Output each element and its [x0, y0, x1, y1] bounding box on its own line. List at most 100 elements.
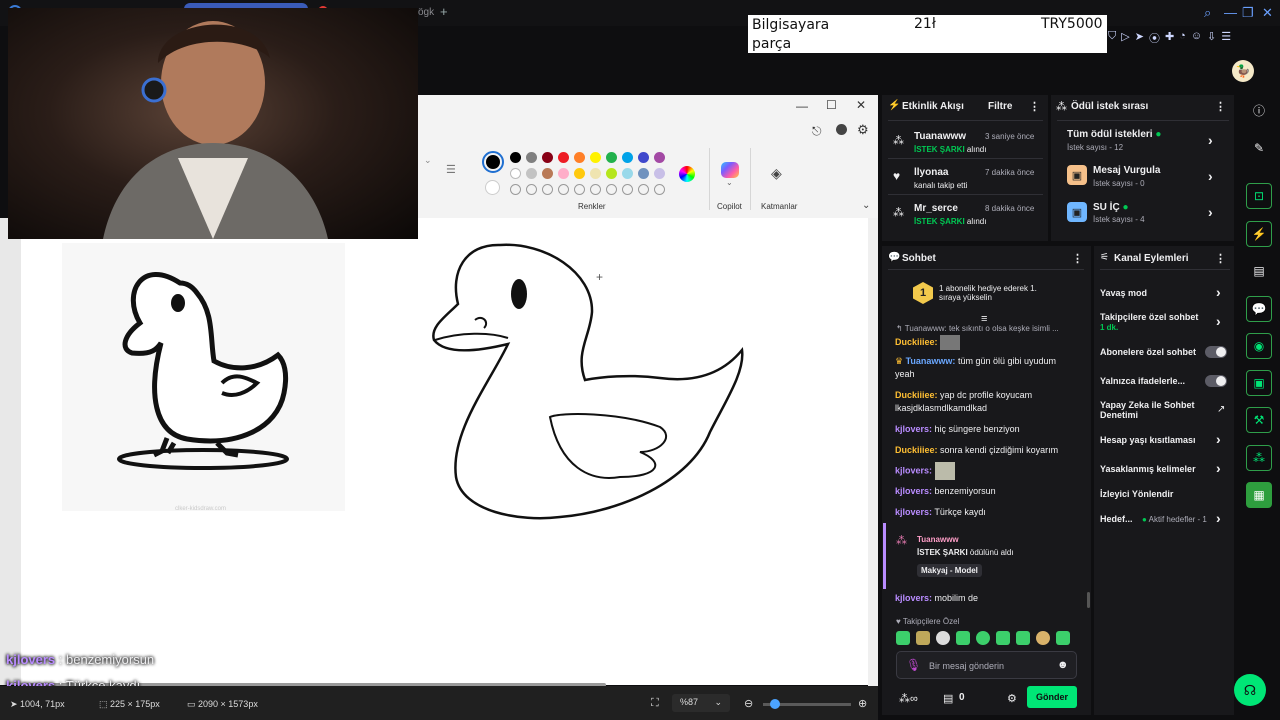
- chat-username[interactable]: Duckiiiee:: [895, 445, 938, 455]
- color-swatch[interactable]: [606, 152, 617, 163]
- vertical-scrollbar[interactable]: [868, 218, 878, 686]
- wrench-icon[interactable]: ⚒: [1246, 407, 1272, 433]
- emote-icon[interactable]: [1036, 631, 1050, 645]
- window-close-button[interactable]: ✕: [856, 98, 866, 112]
- color-swatch[interactable]: [638, 168, 649, 179]
- emote-icon[interactable]: [976, 631, 990, 645]
- microphone-icon[interactable]: 🎙: [906, 658, 921, 672]
- activity-user[interactable]: llyonaa: [914, 167, 948, 178]
- pencil-icon[interactable]: ✎: [1246, 135, 1272, 161]
- chat-username[interactable]: kjlovers:: [895, 424, 932, 434]
- chevron-right-icon[interactable]: ›: [1208, 204, 1213, 220]
- color-swatch[interactable]: [590, 168, 601, 179]
- color-swatch[interactable]: [558, 168, 569, 179]
- custom-color-slot[interactable]: [542, 184, 553, 195]
- channel-points-icon[interactable]: ⁂∞: [899, 692, 918, 705]
- chevron-right-icon[interactable]: ›: [1208, 132, 1213, 148]
- more-options-icon[interactable]: ⋮: [1215, 252, 1226, 265]
- broadcast-icon[interactable]: ◉: [1246, 333, 1272, 359]
- bell-icon[interactable]: ◔: [1179, 30, 1186, 48]
- zoom-out-icon[interactable]: ⊖: [744, 697, 753, 710]
- info-icon[interactable]: ⓘ: [1246, 97, 1272, 123]
- window-maximize-button[interactable]: ☐: [826, 98, 837, 112]
- reward-item-name[interactable]: Tüm ödül istekleri ●: [1067, 129, 1161, 140]
- chat-username[interactable]: kjlovers:: [895, 593, 932, 603]
- custom-color-slot[interactable]: [622, 184, 633, 195]
- minimize-icon[interactable]: —: [1224, 5, 1237, 20]
- emote-icon[interactable]: [956, 631, 970, 645]
- action-emote-only[interactable]: Yalnızca ifadelerle...: [1100, 376, 1185, 386]
- color-swatch[interactable]: [542, 168, 553, 179]
- settings-gear-icon[interactable]: ⚙: [857, 122, 869, 138]
- chat-username[interactable]: Tuanawww:: [906, 356, 956, 366]
- custom-color-slot[interactable]: [590, 184, 601, 195]
- copilot-chevron-icon[interactable]: ⌄: [726, 178, 733, 187]
- zoom-in-icon[interactable]: ⊕: [858, 697, 867, 710]
- emote-only-toggle[interactable]: [1205, 375, 1227, 387]
- action-subscribers-only[interactable]: Abonelere özel sohbet: [1100, 347, 1196, 357]
- action-raid[interactable]: İzleyici Yönlendir: [1100, 489, 1173, 499]
- action-ai-moderation[interactable]: Yapay Zeka ile Sohbet Denetimi: [1100, 400, 1212, 420]
- reward-item-name[interactable]: Mesaj Vurgula: [1093, 165, 1160, 176]
- zoom-select[interactable]: %87 ⌄: [672, 694, 730, 712]
- window-minimize-button[interactable]: —: [796, 99, 808, 113]
- chat-scrollbar[interactable]: [1087, 592, 1090, 608]
- chevron-right-icon[interactable]: ›: [1216, 284, 1221, 300]
- layout-icon[interactable]: ▣: [1246, 370, 1272, 396]
- rewards-icon[interactable]: ⁂: [1246, 445, 1272, 471]
- puzzle-icon[interactable]: ✚: [1165, 30, 1174, 48]
- zoom-slider-thumb[interactable]: [770, 699, 780, 709]
- color-swatch[interactable]: [638, 152, 649, 163]
- chevron-right-icon[interactable]: ›: [1216, 313, 1221, 329]
- action-account-age[interactable]: Hesap yaşı kısıtlaması: [1100, 435, 1196, 445]
- emote-icon[interactable]: [936, 631, 950, 645]
- bank-icon[interactable]: ▤: [943, 692, 953, 705]
- chevron-right-icon[interactable]: ›: [1216, 510, 1221, 526]
- color-swatch[interactable]: [510, 168, 521, 179]
- redeem-user[interactable]: Tuanawww: [917, 535, 959, 544]
- chevron-right-icon[interactable]: ›: [1216, 431, 1221, 447]
- emote-icon[interactable]: [916, 631, 930, 645]
- secondary-color-button[interactable]: [485, 180, 500, 195]
- activity-filter-button[interactable]: Filtre: [988, 101, 1012, 112]
- color-swatch[interactable]: [590, 152, 601, 163]
- color-swatch[interactable]: [654, 168, 665, 179]
- brush-size-icon[interactable]: ☰: [446, 163, 456, 176]
- share-icon[interactable]: ⎋: [812, 124, 822, 139]
- play-icon[interactable]: ▷: [1121, 30, 1129, 48]
- color-swatch[interactable]: [510, 152, 521, 163]
- more-options-icon[interactable]: ⋮: [1029, 100, 1040, 113]
- chat-username[interactable]: kjlovers:: [895, 465, 932, 475]
- avatar[interactable]: 🦆: [1232, 60, 1254, 82]
- new-tab-button[interactable]: +: [440, 4, 448, 19]
- activity-user[interactable]: Mr_serce: [914, 203, 958, 214]
- document-icon[interactable]: ▤: [1246, 258, 1272, 284]
- custom-color-slot[interactable]: [606, 184, 617, 195]
- extension-icon[interactable]: ▦: [1246, 482, 1272, 508]
- clip-icon[interactable]: ⊡: [1246, 183, 1272, 209]
- chat-username[interactable]: Duckiiiee:: [895, 390, 938, 400]
- color-swatch[interactable]: [654, 152, 665, 163]
- reward-item-name[interactable]: SU İÇ ●: [1093, 202, 1129, 213]
- color-swatch[interactable]: [574, 152, 585, 163]
- emoji-icon[interactable]: ☻: [1057, 659, 1069, 671]
- edit-colors-icon[interactable]: [679, 166, 695, 182]
- color-swatch[interactable]: [526, 168, 537, 179]
- help-support-button[interactable]: ☊: [1234, 674, 1266, 706]
- shapes-dropdown-icon[interactable]: ⌄: [424, 155, 432, 166]
- browser-tab-label[interactable]: ögk: [418, 7, 434, 18]
- color-swatch[interactable]: [542, 152, 553, 163]
- close-icon[interactable]: ✕: [1262, 5, 1273, 21]
- color-swatch[interactable]: [606, 168, 617, 179]
- external-link-icon[interactable]: ↗: [1217, 404, 1225, 415]
- color-swatch[interactable]: [558, 152, 569, 163]
- emote-icon[interactable]: [896, 631, 910, 645]
- custom-color-slot[interactable]: [574, 184, 585, 195]
- action-goals[interactable]: Hedef...: [1100, 514, 1133, 524]
- search-icon[interactable]: ⌕: [1204, 5, 1211, 21]
- custom-color-slot[interactable]: [654, 184, 665, 195]
- cursor-icon[interactable]: ➤: [1135, 30, 1144, 48]
- lightning-icon[interactable]: ⚡: [1246, 221, 1272, 247]
- emote-icon[interactable]: [996, 631, 1010, 645]
- chat-settings-gear-icon[interactable]: ⚙: [1007, 692, 1017, 705]
